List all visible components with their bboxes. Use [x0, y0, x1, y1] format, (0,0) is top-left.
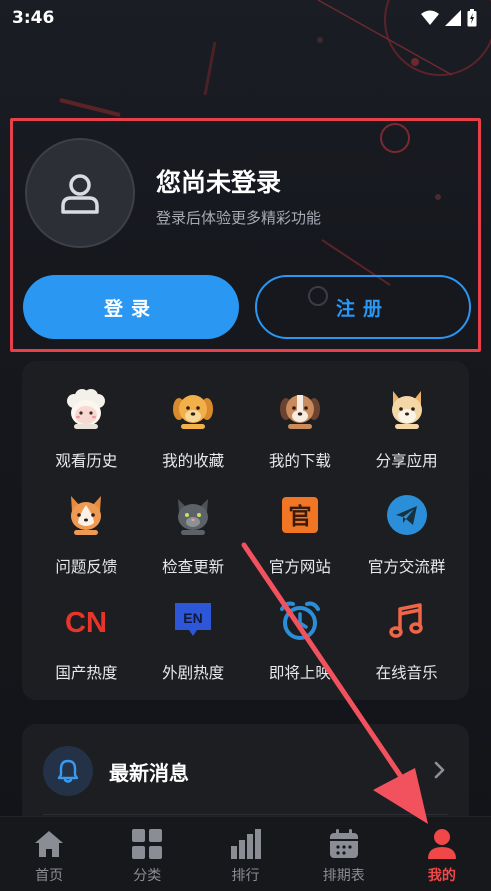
- nav-label: 排行: [231, 868, 260, 884]
- grid-item-favorites[interactable]: 我的收藏: [140, 375, 247, 481]
- signal-icon: [445, 10, 461, 26]
- grid-item-foreign-hot[interactable]: EN 外剧热度: [140, 587, 247, 693]
- nav-label: 我的: [427, 868, 456, 884]
- grid-label: 外剧热度: [162, 664, 225, 682]
- home-icon: [32, 827, 66, 861]
- grid-item-official-group[interactable]: 官方交流群: [353, 481, 460, 587]
- profile-title: 您尚未登录: [156, 169, 282, 197]
- grid-item-history[interactable]: 观看历史: [33, 375, 140, 481]
- grid-label: 检查更新: [162, 558, 225, 576]
- bar-chart-icon: [229, 827, 263, 861]
- telegram-icon: [383, 491, 431, 539]
- grid-label: 即将上映: [268, 664, 331, 682]
- grid-label: 国产热度: [55, 664, 118, 682]
- register-button[interactable]: 注册: [255, 275, 471, 339]
- alarm-clock-icon: [276, 597, 324, 645]
- grid-item-feedback[interactable]: 问题反馈: [33, 481, 140, 587]
- grid-item-domestic-hot[interactable]: CN 国产热度: [33, 587, 140, 693]
- divider: [43, 814, 448, 815]
- sheep-icon: [62, 385, 110, 433]
- grid-label: 问题反馈: [55, 558, 118, 576]
- profile-card: 您尚未登录 登录后体验更多精彩功能 登录 注册: [10, 118, 481, 352]
- grid-item-downloads[interactable]: 我的下载: [247, 375, 354, 481]
- en-icon: EN: [169, 597, 217, 645]
- nav-item-mine[interactable]: 我的: [393, 817, 491, 891]
- golden-dog-icon: [169, 385, 217, 433]
- grid-label: 观看历史: [55, 452, 118, 470]
- user-icon: [425, 827, 459, 861]
- nav-item-ranking[interactable]: 排行: [196, 817, 294, 891]
- guan-icon: 官: [276, 491, 324, 539]
- grid-item-share[interactable]: 分享应用: [353, 375, 460, 481]
- nav-item-category[interactable]: 分类: [98, 817, 196, 891]
- wifi-icon: [421, 10, 439, 25]
- nav-label: 分类: [133, 868, 162, 884]
- chevron-right-icon: [433, 760, 447, 784]
- nav-label: 排期表: [322, 868, 365, 884]
- music-note-icon: [383, 597, 431, 645]
- user-placeholder-icon: [61, 174, 99, 214]
- svg-text:CN: CN: [65, 607, 107, 639]
- login-button[interactable]: 登录: [23, 275, 239, 339]
- bell-icon: [43, 746, 93, 796]
- nav-label: 首页: [35, 868, 64, 884]
- status-bar: 3:46: [0, 0, 491, 36]
- beagle-icon: [276, 385, 324, 433]
- cat-icon: [169, 491, 217, 539]
- grid-item-online-music[interactable]: 在线音乐: [353, 587, 460, 693]
- corgi-icon: [62, 491, 110, 539]
- news-card[interactable]: 最新消息: [22, 724, 469, 824]
- grid-label: 官方网站: [268, 558, 331, 576]
- news-title: 最新消息: [109, 761, 189, 785]
- grid-label: 在线音乐: [375, 664, 438, 682]
- category-grid-icon: [130, 827, 164, 861]
- svg-text:官: 官: [288, 503, 311, 530]
- grid-label: 我的收藏: [162, 452, 225, 470]
- battery-icon: [467, 9, 477, 27]
- bottom-nav: 首页 分类 排行 排期表 我的: [0, 816, 491, 891]
- profile-subtitle: 登录后体验更多精彩功能: [156, 209, 322, 227]
- status-time: 3:46: [12, 8, 55, 28]
- grid-item-check-update[interactable]: 检查更新: [140, 481, 247, 587]
- grid-label: 分享应用: [375, 452, 438, 470]
- feature-grid-card: 观看历史 我的收藏 我的下载 分享应用 问题反馈 检查更新 官 官方网站 官方交…: [22, 361, 469, 700]
- cn-icon: CN: [62, 597, 110, 645]
- grid-item-coming-soon[interactable]: 即将上映: [247, 587, 354, 693]
- grid-item-official-site[interactable]: 官 官方网站: [247, 481, 354, 587]
- avatar[interactable]: [25, 138, 135, 248]
- nav-item-home[interactable]: 首页: [0, 817, 98, 891]
- shiba-icon: [383, 385, 431, 433]
- grid-label: 我的下载: [268, 452, 331, 470]
- nav-item-schedule[interactable]: 排期表: [295, 817, 393, 891]
- status-icons: [421, 9, 477, 27]
- calendar-icon: [327, 827, 361, 861]
- grid-label: 官方交流群: [367, 558, 446, 576]
- feature-grid: 观看历史 我的收藏 我的下载 分享应用 问题反馈 检查更新 官 官方网站 官方交…: [22, 375, 469, 693]
- svg-text:EN: EN: [183, 610, 202, 626]
